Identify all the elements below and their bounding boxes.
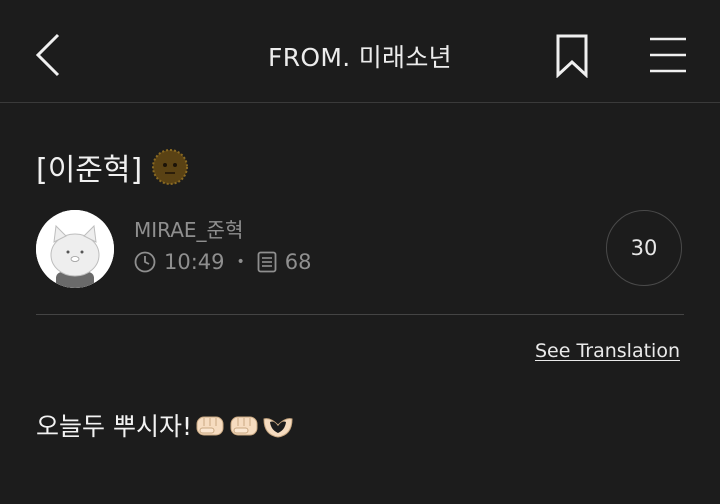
- post-time: 10:49: [164, 250, 225, 274]
- round-face-emoji: [152, 149, 189, 185]
- document-icon: [257, 251, 277, 273]
- fist-emoji: [196, 416, 224, 436]
- heart-hands-emoji: [263, 418, 293, 438]
- post-title: [이준혁]: [36, 145, 189, 189]
- cat-avatar-icon: [36, 210, 114, 288]
- post-meta: 10:49 • 68: [134, 250, 312, 274]
- post-body: 오늘두 뿌시자!: [36, 407, 294, 443]
- page-count: 68: [284, 250, 312, 274]
- menu-button[interactable]: [648, 36, 688, 74]
- separator-dot: •: [236, 254, 245, 270]
- see-translation-link[interactable]: See Translation: [535, 340, 680, 362]
- bookmark-button[interactable]: [554, 34, 590, 79]
- fist-emoji: [230, 416, 258, 436]
- post-body-text: 오늘두 뿌시자!: [36, 412, 192, 441]
- bookmark-icon: [556, 34, 588, 79]
- top-navigation-bar: FROM. 미래소년: [0, 0, 720, 103]
- divider: [36, 314, 684, 315]
- clock-icon: [134, 251, 156, 273]
- author-avatar[interactable]: [36, 210, 114, 288]
- page-title: FROM. 미래소년: [268, 43, 452, 72]
- post-title-text: [이준혁]: [36, 153, 143, 188]
- hamburger-menu-icon: [650, 37, 686, 73]
- count-badge-button[interactable]: 30: [606, 210, 682, 286]
- author-name[interactable]: MIRAE_준혁: [134, 214, 243, 243]
